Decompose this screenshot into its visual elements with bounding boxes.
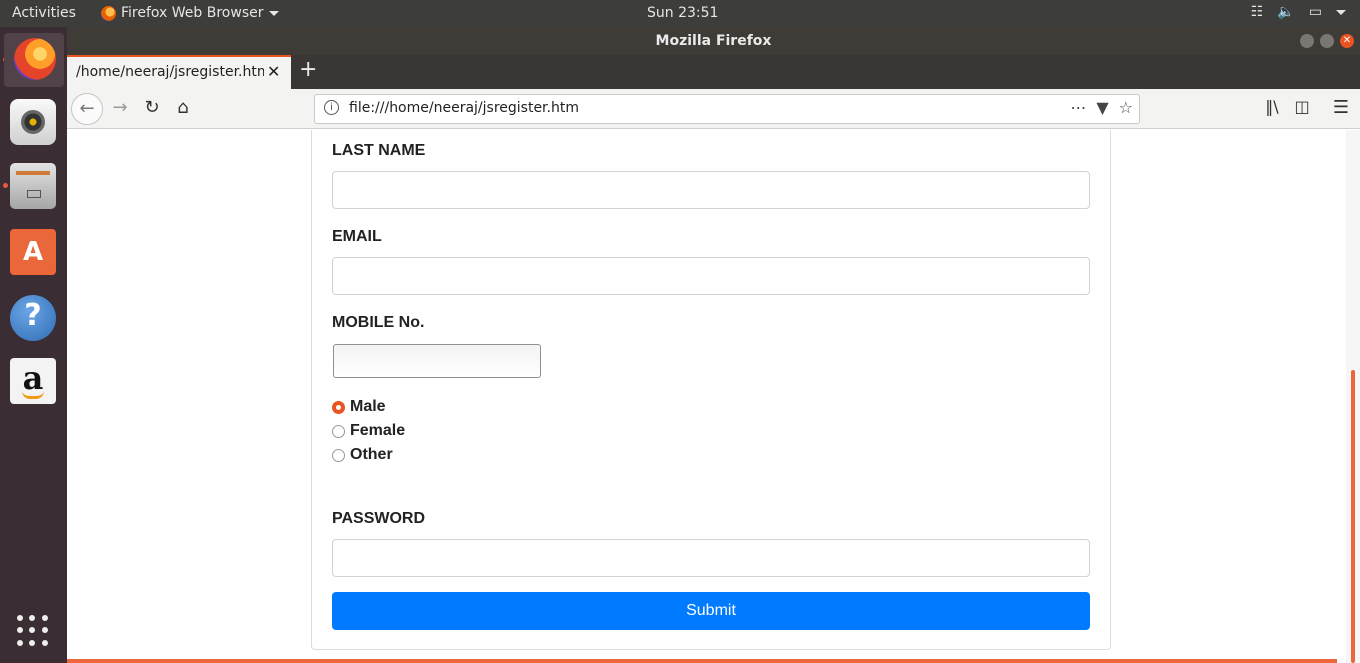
dock-help-icon[interactable]: ? xyxy=(10,295,56,341)
firefox-window: Mozilla Firefox ✕ /home/neeraj/jsregiste… xyxy=(67,27,1360,663)
radio-label: Female xyxy=(350,422,406,439)
new-tab-button[interactable]: + xyxy=(299,57,317,82)
back-button[interactable]: ← xyxy=(71,93,103,125)
gender-radio-other[interactable]: Other xyxy=(332,446,393,464)
dock-firefox[interactable] xyxy=(4,33,64,87)
chevron-down-icon xyxy=(1336,9,1346,15)
system-top-bar: Activities Firefox Web Browser Sun 23:51… xyxy=(0,0,1360,27)
radio-button-checked[interactable] xyxy=(332,400,345,414)
home-button[interactable]: ⌂ xyxy=(172,97,194,121)
close-tab-icon[interactable]: ✕ xyxy=(267,62,280,81)
chevron-down-icon xyxy=(268,10,279,16)
reload-button[interactable]: ↻ xyxy=(141,97,163,121)
vertical-scrollbar[interactable] xyxy=(1346,130,1360,663)
volume-icon: 🔈 xyxy=(1277,4,1295,20)
page-content: LAST NAME EMAIL MOBILE No. Male Female O… xyxy=(67,130,1360,663)
dock-software-store-icon[interactable]: A xyxy=(10,229,56,275)
url-actions: ⋯ ▼ ☆ xyxy=(1070,98,1133,117)
url-text[interactable]: file:///home/neeraj/jsregister.htm xyxy=(349,100,579,116)
bottom-accent-bar xyxy=(67,659,1337,663)
activities-button[interactable]: Activities xyxy=(12,5,76,21)
url-bar[interactable]: i file:///home/neeraj/jsregister.htm ⋯ ▼… xyxy=(314,94,1140,124)
radio-label: Male xyxy=(350,398,386,415)
library-icon[interactable]: ‖\ xyxy=(1261,97,1283,121)
password-label: PASSWORD xyxy=(332,510,426,527)
sidebar-icon[interactable]: ◫ xyxy=(1291,97,1313,121)
submit-button[interactable]: Submit xyxy=(332,592,1090,630)
battery-icon: ▭ xyxy=(1308,4,1322,20)
running-indicator xyxy=(3,183,8,188)
info-icon[interactable]: i xyxy=(324,100,339,115)
clock[interactable]: Sun 23:51 xyxy=(647,5,718,21)
maximize-button[interactable] xyxy=(1320,34,1334,48)
scrollbar-thumb[interactable] xyxy=(1351,370,1355,663)
email-label: EMAIL xyxy=(332,228,382,245)
last-name-label: LAST NAME xyxy=(332,142,426,159)
store-letter-icon: A xyxy=(22,237,44,267)
system-tray[interactable]: ☷ 🔈 ▭ xyxy=(1251,4,1346,20)
radio-label: Other xyxy=(350,446,393,463)
show-applications-icon[interactable] xyxy=(17,615,49,647)
dock-amazon-icon[interactable]: a xyxy=(10,358,56,404)
gender-radio-male[interactable]: Male xyxy=(332,398,386,416)
password-input[interactable] xyxy=(332,539,1090,577)
close-window-button[interactable]: ✕ xyxy=(1340,34,1354,48)
question-mark-icon: ? xyxy=(24,298,42,333)
firefox-small-icon xyxy=(101,5,116,21)
tab-jsregister[interactable]: /home/neeraj/jsregister.htm ✕ xyxy=(67,55,291,89)
mobile-input[interactable] xyxy=(333,344,541,378)
window-titlebar[interactable]: Mozilla Firefox ✕ xyxy=(67,27,1360,55)
forward-button[interactable]: → xyxy=(109,97,131,121)
bookmark-star-icon[interactable]: ☆ xyxy=(1119,98,1133,117)
network-icon: ☷ xyxy=(1250,4,1264,20)
page-actions-icon[interactable]: ⋯ xyxy=(1070,98,1086,117)
tab-title: /home/neeraj/jsregister.htm xyxy=(76,64,264,80)
register-form-card: LAST NAME EMAIL MOBILE No. Male Female O… xyxy=(311,130,1111,650)
dock: A ? a xyxy=(0,27,67,663)
navigation-toolbar: ← → ↻ ⌂ i file:///home/neeraj/jsregister… xyxy=(67,89,1360,129)
radio-button[interactable] xyxy=(332,424,345,438)
tab-bar: /home/neeraj/jsregister.htm ✕ + xyxy=(67,55,1360,89)
last-name-input[interactable] xyxy=(332,171,1090,209)
firefox-icon xyxy=(14,38,56,80)
minimize-button[interactable] xyxy=(1300,34,1314,48)
amazon-letter-icon: a xyxy=(22,359,44,397)
pocket-icon[interactable]: ▼ xyxy=(1096,98,1108,117)
mobile-label: MOBILE No. xyxy=(332,314,425,331)
dock-rhythmbox-speaker-icon[interactable] xyxy=(10,99,56,145)
email-input[interactable] xyxy=(332,257,1090,295)
gender-radio-female[interactable]: Female xyxy=(332,422,405,440)
app-menu-label: Firefox Web Browser xyxy=(121,5,264,21)
app-menu[interactable]: Firefox Web Browser xyxy=(101,5,279,21)
radio-button[interactable] xyxy=(332,448,345,462)
dock-files-icon[interactable] xyxy=(10,163,56,209)
window-title: Mozilla Firefox xyxy=(655,33,772,49)
hamburger-menu-icon[interactable]: ☰ xyxy=(1330,97,1352,121)
